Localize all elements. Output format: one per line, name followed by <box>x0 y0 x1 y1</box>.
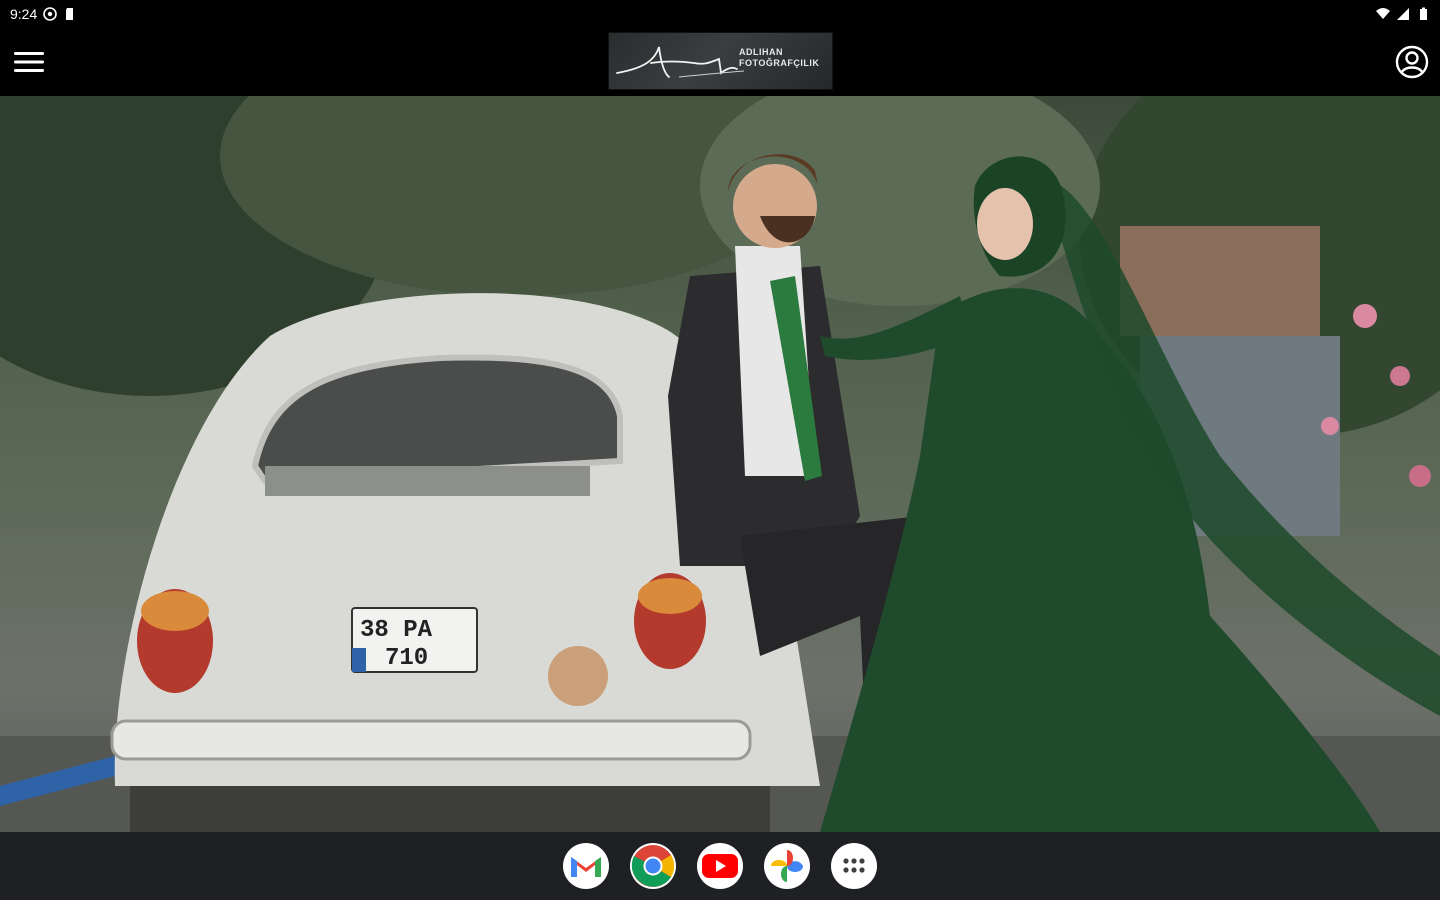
sd-card-icon <box>66 8 74 20</box>
hero-photo: 38 PA 710 <box>0 96 1440 832</box>
app-bar: ADLIHAN FOTOĞRAFÇILIK <box>0 28 1440 96</box>
status-bar: 9:24 <box>0 0 1440 28</box>
app-grid-icon <box>843 858 865 873</box>
settings-status-icon <box>43 7 58 21</box>
gmail-icon <box>571 857 601 877</box>
account-button[interactable] <box>1392 42 1432 82</box>
status-time: 9:24 <box>10 6 38 22</box>
plate-line-2: 710 <box>385 645 428 672</box>
taskbar-dock <box>0 832 1440 900</box>
hamburger-icon <box>14 52 44 72</box>
battery-icon <box>1420 7 1427 20</box>
logo-line-2: FOTOĞRAFÇILIK <box>739 58 820 68</box>
photos-pinwheel-icon <box>771 850 803 882</box>
chrome-app[interactable] <box>630 843 676 889</box>
signal-icon <box>1397 8 1409 20</box>
plate-line-1: 38 PA <box>360 617 433 644</box>
wifi-icon <box>1376 8 1390 19</box>
account-circle-icon <box>1395 45 1429 79</box>
youtube-app[interactable] <box>697 843 743 889</box>
wedding-photo-illustration: 38 PA 710 <box>0 96 1440 832</box>
gmail-app[interactable] <box>563 843 609 889</box>
chrome-icon <box>631 845 675 887</box>
photos-app[interactable] <box>764 843 810 889</box>
app-drawer[interactable] <box>831 843 877 889</box>
youtube-icon <box>702 854 738 878</box>
menu-button[interactable] <box>8 42 50 82</box>
logo-line-1: ADLIHAN <box>739 47 783 57</box>
logo-wordmark: ADLIHAN FOTOĞRAFÇILIK <box>739 47 819 69</box>
brand-logo[interactable]: ADLIHAN FOTOĞRAFÇILIK <box>608 32 833 90</box>
